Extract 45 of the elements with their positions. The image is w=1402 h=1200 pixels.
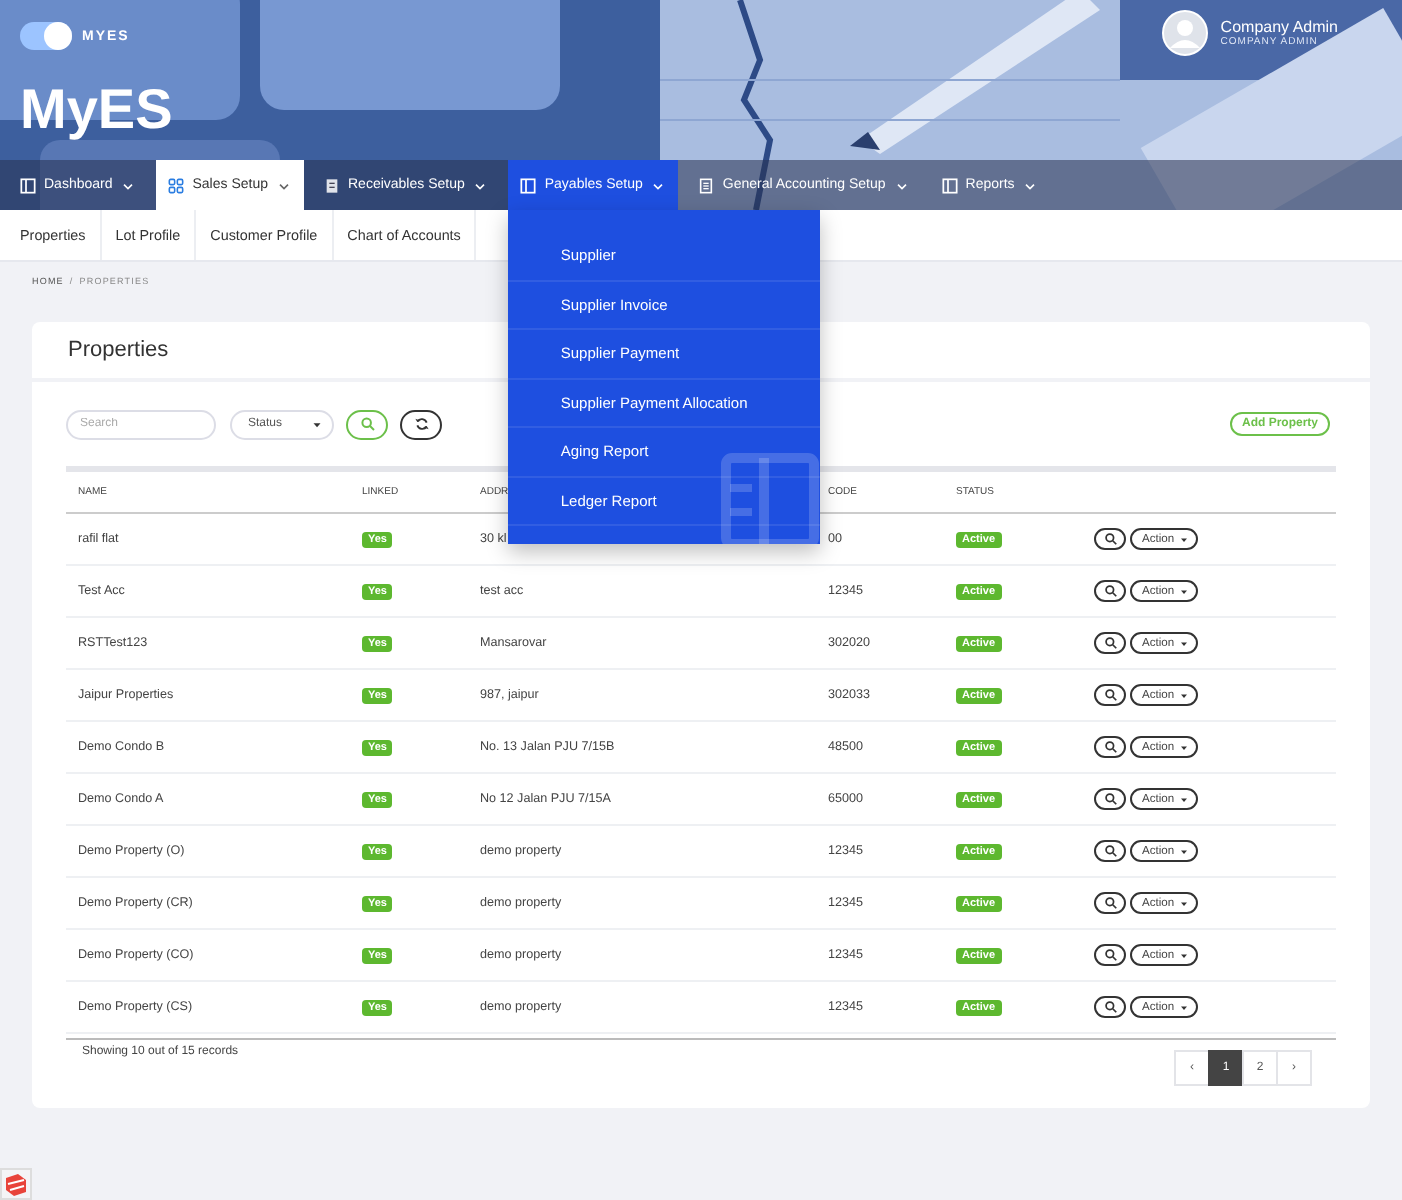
view-button[interactable]	[1094, 580, 1126, 602]
layout-icon	[941, 177, 958, 193]
search-icon	[359, 416, 375, 432]
caret-icon	[1178, 1001, 1191, 1013]
search-icon	[1103, 532, 1117, 546]
card-title: Properties	[68, 338, 169, 362]
view-button[interactable]	[1094, 840, 1126, 862]
caret-icon	[1178, 689, 1191, 701]
caret-icon	[1178, 793, 1191, 805]
view-button[interactable]	[1094, 632, 1126, 654]
user-name: Company Admin	[1220, 18, 1338, 36]
search-icon	[1103, 844, 1117, 858]
caret-icon	[1178, 949, 1191, 961]
search-icon	[1103, 896, 1117, 910]
grid-icon	[168, 177, 185, 193]
document-icon	[698, 177, 715, 193]
caret-icon	[1178, 741, 1191, 753]
view-button[interactable]	[1094, 892, 1126, 914]
layout-icon	[520, 177, 537, 193]
view-button[interactable]	[1094, 684, 1126, 706]
caret-icon	[310, 417, 324, 431]
search-icon	[1103, 948, 1117, 962]
app-title: MyES	[20, 78, 173, 144]
refresh-button[interactable]	[400, 409, 442, 439]
caret-icon	[1178, 897, 1191, 909]
search-icon	[1103, 636, 1117, 650]
view-button[interactable]	[1094, 944, 1126, 966]
search-icon	[1103, 792, 1117, 806]
layout-icon	[20, 177, 36, 193]
avatar-icon[interactable]	[1162, 10, 1209, 56]
view-button[interactable]	[1094, 996, 1126, 1018]
view-button[interactable]	[1094, 736, 1126, 758]
search-icon	[1103, 688, 1117, 702]
search-icon	[1103, 1000, 1117, 1014]
caret-icon	[1178, 533, 1191, 545]
refresh-icon	[413, 416, 429, 432]
caret-icon	[1178, 845, 1191, 857]
view-button[interactable]	[1094, 528, 1126, 550]
app-icon[interactable]	[2, 1170, 30, 1198]
search-icon	[1103, 584, 1117, 598]
list-icon	[324, 177, 340, 193]
caret-icon	[1178, 585, 1191, 597]
caret-icon	[1178, 637, 1191, 649]
search-icon	[1103, 740, 1117, 754]
view-button[interactable]	[1094, 788, 1126, 810]
